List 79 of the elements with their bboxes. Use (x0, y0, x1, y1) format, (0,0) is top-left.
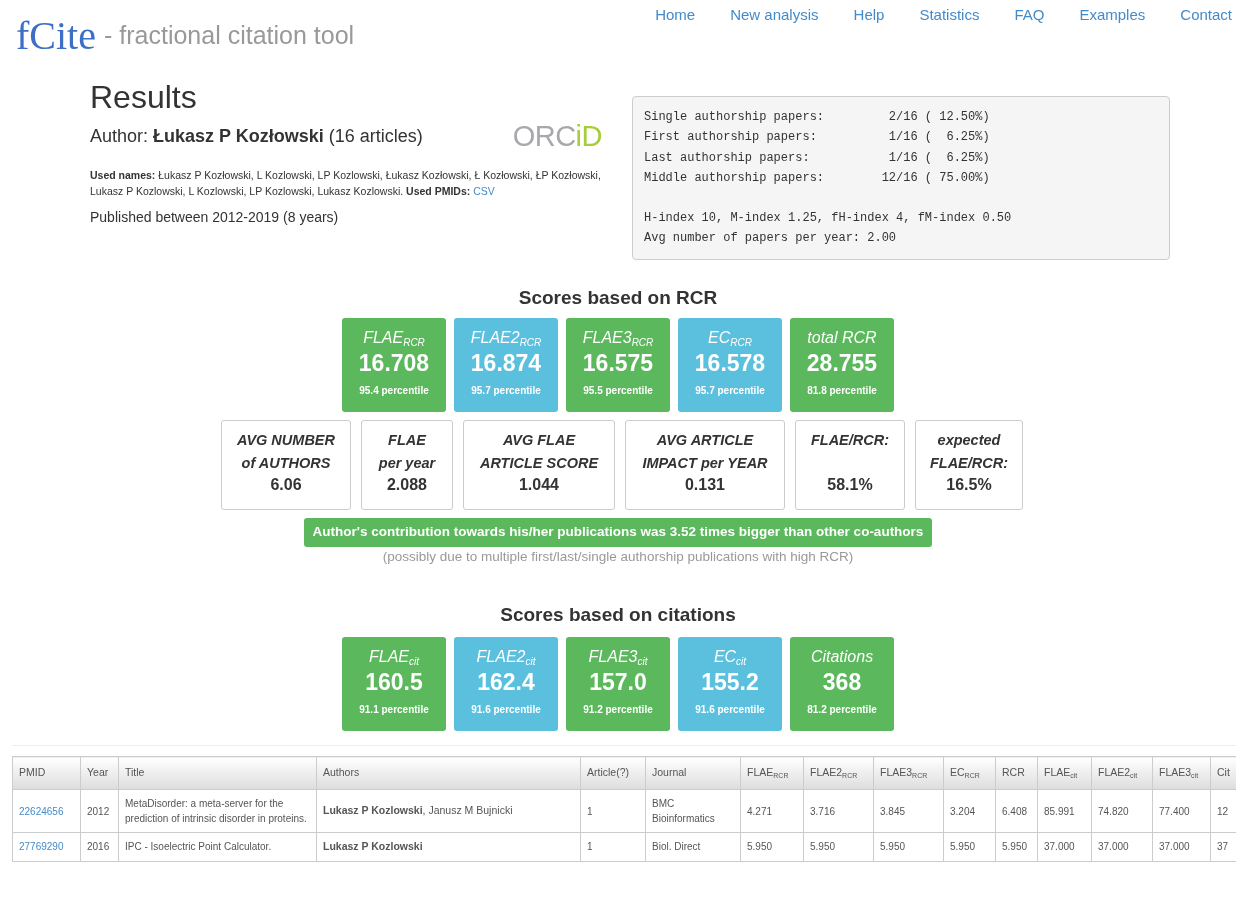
contribution-banner: Author's contribution towards his/her publications was 3.52 times bigger than other co-authors (303, 518, 933, 547)
column-header: FLAE$_{RCR}$ (740, 756, 804, 790)
table-cell: 74.820 (1091, 789, 1153, 833)
table-cell: 85.991 (1037, 789, 1092, 833)
column-header: PMID (12, 756, 81, 790)
column-header: RCR (995, 756, 1038, 790)
table-cell: Lukasz P Kozlowski (316, 832, 581, 862)
metric-box: expected FLAE/RCR: 16.5% (915, 420, 1023, 511)
score-tile: EC$_{RCR}$ 16.578 95.7 percentile (678, 318, 782, 413)
metric-box: AVG FLAE ARTICLE SCORE 1.044 (463, 420, 615, 511)
table-cell: 4.271 (740, 789, 804, 833)
table-cell: 3.716 (803, 789, 874, 833)
section-heading: Scores based on citations (499, 602, 737, 627)
column-header: Article(?) (580, 756, 646, 790)
score-tile: FLAE3$_{cit}$ 157.0 91.2 percentile (566, 637, 670, 732)
score-tile: FLAE3$_{RCR}$ 16.575 95.5 percentile (566, 318, 670, 413)
table-cell: 5.950 (995, 832, 1038, 862)
results-title: Results (90, 80, 198, 116)
column-header: Authors (316, 756, 581, 790)
used-names-text: Used names: Łukasz P Kozłowski, L Kozlowski, LP Kozlowski, Łukasz Kozłowski, Ł Kozłowski, ŁP Kozłowski, Lukasz P Kozlowski, L Kozlowski, LP Kozlowski, Lukasz Kozlowski. Used PMIDs: CSV (90, 167, 602, 199)
table-cell: BMC Bioinformatics (645, 789, 741, 833)
table-cell: IPC - Isoelectric Point Calculator. (118, 832, 317, 862)
score-tile: EC$_{cit}$ 155.2 91.6 percentile (678, 637, 782, 732)
published-range: Published between 2012-2019 (8 years) (90, 208, 340, 228)
column-header: Cit (1210, 756, 1236, 790)
table-cell: Lukasz P Kozlowski, Janusz M Bujnicki (316, 789, 581, 833)
nav-link[interactable]: Examples (1079, 4, 1146, 27)
nav-link[interactable]: New analysis (730, 4, 819, 27)
table-cell: 3.204 (943, 789, 996, 833)
table-cell: 37.000 (1037, 832, 1092, 862)
csv-link[interactable]: CSV (473, 184, 495, 197)
nav-link[interactable]: Home (655, 4, 696, 27)
table-cell: Biol. Direct (645, 832, 741, 862)
table-cell: 37.000 (1152, 832, 1211, 862)
section-heading: Scores based on RCR (517, 285, 719, 310)
table-cell: 5.950 (873, 832, 944, 862)
logo[interactable]: fCite (16, 16, 96, 56)
score-tile: FLAE2$_{cit}$ 162.4 91.6 percentile (454, 637, 558, 732)
column-header: EC$_{RCR}$ (943, 756, 996, 790)
table-cell: 37.000 (1091, 832, 1153, 862)
column-header: Year (80, 756, 119, 790)
tagline: - fractional citation tool (104, 20, 355, 52)
table-cell: 77.400 (1152, 789, 1211, 833)
nav-link[interactable]: Help (853, 4, 885, 27)
table-cell: 3.845 (873, 789, 944, 833)
nav-link[interactable]: Contact (1180, 4, 1232, 27)
table-cell: 2016 (80, 832, 119, 862)
table-cell: 5.950 (740, 832, 804, 862)
column-header: FLAE3$_{RCR}$ (873, 756, 944, 790)
score-tile: FLAE$_{RCR}$ 16.708 95.4 percentile (342, 318, 446, 413)
metric-box: FLAE/RCR: 58.1% (795, 420, 905, 511)
metric-box: AVG ARTICLE IMPACT per YEAR 0.131 (625, 420, 785, 511)
column-header: Title (118, 756, 317, 790)
table-cell: 2012 (80, 789, 119, 833)
score-tile: FLAE2$_{RCR}$ 16.874 95.7 percentile (454, 318, 558, 413)
column-header: FLAE2$_{cit}$ (1091, 756, 1153, 790)
score-tile: total RCR 28.755 81.8 percentile (790, 318, 894, 413)
table-cell: 6.408 (995, 789, 1038, 833)
nav-link[interactable]: FAQ (1014, 4, 1045, 27)
metric-box: AVG NUMBER of AUTHORS 6.06 (221, 420, 351, 511)
column-header: Journal (645, 756, 741, 790)
table-cell: 5.950 (803, 832, 874, 862)
contribution-note: (possibly due to multiple first/last/single authorship publications with high RCR) (382, 547, 854, 566)
author-name: Author: Łukasz P Kozłowski (16 articles) (90, 125, 423, 149)
column-header: FLAE$_{cit}$ (1037, 756, 1092, 790)
column-header: FLAE3$_{cit}$ (1152, 756, 1211, 790)
pmid-link[interactable]: 22624656 (19, 805, 64, 817)
index-stats-text: H-index 10, M-index 1.25, fH-index 4, fM-index 0.50 Avg number of papers per year: 2.00 (644, 210, 1013, 248)
table-cell: 5.950 (943, 832, 996, 862)
table-cell: 1 (580, 832, 646, 862)
nav-link[interactable]: Statistics (919, 4, 980, 27)
column-header: FLAE2$_{RCR}$ (803, 756, 874, 790)
table-cell: MetaDisorder: a meta-server for the prediction of intrinsic disorder in proteins. (118, 789, 317, 833)
metric-box: FLAE per year 2.088 (361, 420, 453, 511)
orcid-logo[interactable]: ORCiD (512, 115, 602, 159)
table-cell: 1 (580, 789, 646, 833)
authorship-stats-text: Single authorship papers: 2/16 ( 12.50%) First authorship papers: 1/16 ( 6.25%) Last authorship papers: 1/16 ( 6.25%) Middle authorship papers: 12/16 ( 75.00%) (644, 109, 991, 187)
score-tile: FLAE$_{cit}$ 160.5 91.1 percentile (342, 637, 446, 732)
score-tile: Citations 368 81.2 percentile (790, 637, 894, 732)
